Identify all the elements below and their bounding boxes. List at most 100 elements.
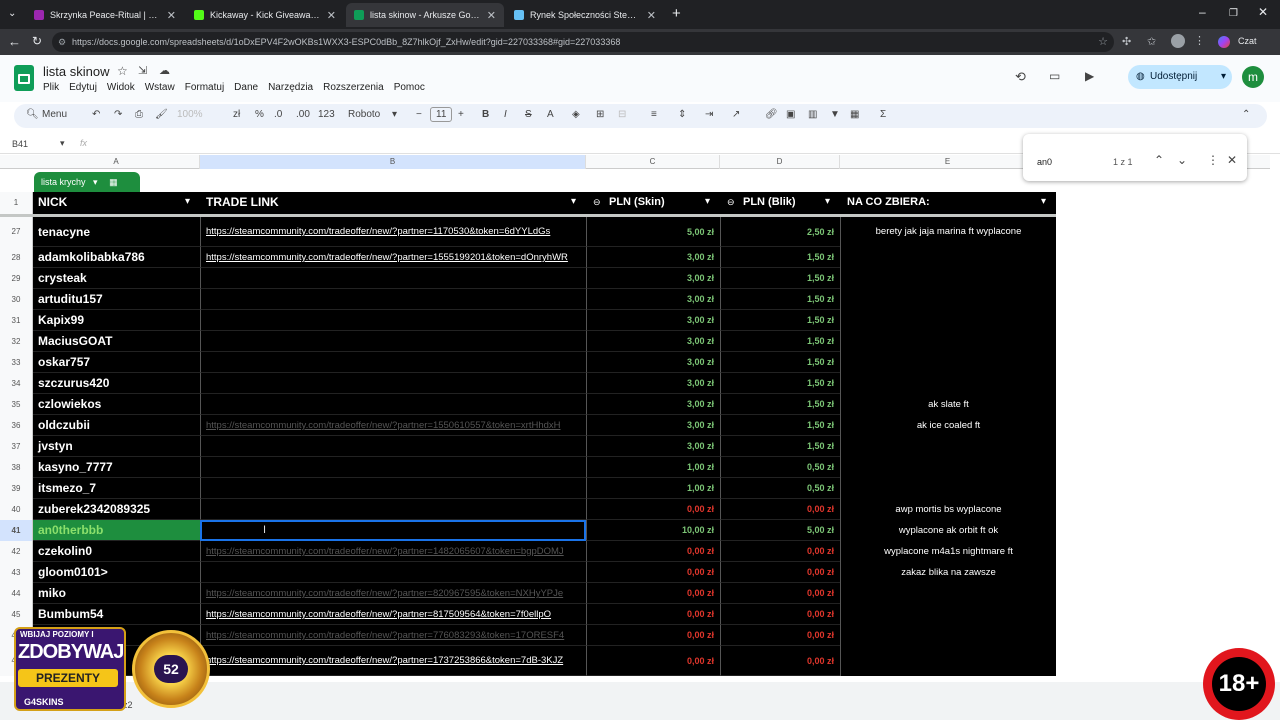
cell-trade-link[interactable]: [200, 352, 586, 373]
cell-note[interactable]: wyplacone m4a1s nightmare ft: [840, 541, 1056, 562]
chevron-down-icon[interactable]: ▾: [392, 109, 397, 120]
cell-trade-link[interactable]: [200, 373, 586, 394]
cell-pln-skin[interactable]: 0,00 zł: [586, 625, 720, 646]
chevron-down-icon[interactable]: ▾: [1221, 65, 1226, 89]
cell-pln-blik[interactable]: 0,00 zł: [720, 562, 840, 583]
cell-pln-skin[interactable]: 0,00 zł: [586, 562, 720, 583]
cell-pln-skin[interactable]: 10,00 zł: [586, 520, 720, 541]
cell-pln-skin[interactable]: 0,00 zł: [586, 583, 720, 604]
cell-trade-link[interactable]: [200, 289, 586, 310]
cell-pln-skin[interactable]: 0,00 zł: [586, 604, 720, 625]
cell-pln-blik[interactable]: 1,50 zł: [720, 331, 840, 352]
cell-note[interactable]: [840, 352, 1056, 373]
italic-button[interactable]: I: [504, 109, 507, 120]
row-number[interactable]: 33: [0, 352, 33, 373]
meet-icon[interactable]: ▶: [1085, 69, 1094, 83]
cell-nick[interactable]: Bumbum54: [33, 604, 200, 625]
more-menu-icon[interactable]: ⋮: [1194, 34, 1205, 47]
cell-note[interactable]: [840, 604, 1056, 625]
cell-pln-skin[interactable]: 0,00 zł: [586, 541, 720, 562]
share-button[interactable]: ◍ Udostępnij ▾: [1128, 65, 1232, 89]
row-number[interactable]: 39: [0, 478, 33, 499]
cell-trade-link[interactable]: https://steamcommunity.com/tradeoffer/ne…: [200, 646, 586, 676]
cell-pln-skin[interactable]: 1,00 zł: [586, 457, 720, 478]
cell-pln-skin[interactable]: 3,00 zł: [586, 394, 720, 415]
column-menu-icon[interactable]: ▾: [1041, 196, 1046, 207]
cell-note[interactable]: [840, 331, 1056, 352]
sheets-logo-icon[interactable]: [14, 65, 34, 91]
print-icon[interactable]: ⎙: [135, 109, 143, 120]
cell-trade-link[interactable]: https://steamcommunity.com/tradeoffer/ne…: [200, 247, 586, 268]
cell-pln-blik[interactable]: 0,00 zł: [720, 583, 840, 604]
borders-icon[interactable]: ⊞: [596, 109, 604, 120]
text-rotation-icon[interactable]: ↗: [732, 109, 740, 120]
cell-trade-link[interactable]: https://steamcommunity.com/tradeoffer/ne…: [200, 625, 586, 646]
cell-nick[interactable]: itsmezo_7: [33, 478, 200, 499]
cell-nick[interactable]: tenacyne: [33, 217, 200, 247]
filter-views-icon[interactable]: ▦: [850, 109, 859, 120]
chevron-down-icon[interactable]: ▾: [93, 177, 98, 187]
document-title[interactable]: lista skinow: [43, 64, 109, 79]
star-icon[interactable]: ☆: [117, 64, 128, 78]
cell-nick[interactable]: gloom0101>: [33, 562, 200, 583]
functions-button[interactable]: Σ: [880, 109, 886, 120]
cell-note[interactable]: [840, 436, 1056, 457]
collapse-toolbar-icon[interactable]: ⌃: [1242, 109, 1250, 120]
url-field[interactable]: ⚙ https://docs.google.com/spreadsheets/d…: [52, 32, 1114, 52]
increase-decimal-button[interactable]: .00: [296, 109, 310, 120]
cell-trade-link[interactable]: https://steamcommunity.com/tradeoffer/ne…: [200, 541, 586, 562]
menu-edytuj[interactable]: Edytuj: [69, 82, 97, 93]
chevron-down-icon[interactable]: ▾: [60, 138, 65, 149]
cell-pln-blik[interactable]: 0,50 zł: [720, 478, 840, 499]
row-number[interactable]: 40: [0, 499, 33, 520]
reload-icon[interactable]: ↻: [32, 34, 42, 48]
cell-trade-link[interactable]: [200, 310, 586, 331]
cell-nick[interactable]: czekolin0: [33, 541, 200, 562]
cell-pln-blik[interactable]: 2,50 zł: [720, 217, 840, 247]
row-number[interactable]: 30: [0, 289, 33, 310]
paint-format-icon[interactable]: 🖌︎: [155, 109, 168, 120]
cell-nick[interactable]: szczurus420: [33, 373, 200, 394]
new-tab-icon[interactable]: +: [672, 5, 681, 22]
cell-note[interactable]: wyplacone ak orbit ft ok: [840, 520, 1056, 541]
close-window-icon[interactable]: ✕: [1258, 5, 1268, 19]
cell-note[interactable]: berety jak jaja marina ft wyplacone: [840, 217, 1056, 247]
cell-trade-link[interactable]: https://steamcommunity.com/tradeoffer/ne…: [200, 583, 586, 604]
cell-note[interactable]: ak slate ft: [840, 394, 1056, 415]
fill-color-icon[interactable]: ◈: [572, 109, 580, 120]
cell-trade-link[interactable]: [200, 457, 586, 478]
filter-icon[interactable]: ▼: [830, 109, 840, 120]
cell-note[interactable]: [840, 247, 1056, 268]
cell-pln-skin[interactable]: 3,00 zł: [586, 436, 720, 457]
decrease-font-icon[interactable]: −: [416, 109, 422, 120]
row-number[interactable]: 36: [0, 415, 33, 436]
zoom-select[interactable]: 100%: [177, 109, 203, 120]
cell-trade-link[interactable]: https://steamcommunity.com/tradeoffer/ne…: [200, 415, 586, 436]
row-number[interactable]: 27: [0, 217, 33, 247]
cell-nick[interactable]: zuberek2342089325: [33, 499, 200, 520]
row-number[interactable]: 41: [0, 520, 33, 541]
cell-pln-skin[interactable]: 3,00 zł: [586, 373, 720, 394]
cell-nick[interactable]: Kapix99: [33, 310, 200, 331]
close-tab-icon[interactable]: ✕: [487, 9, 496, 22]
menu-plik[interactable]: Plik: [43, 82, 59, 93]
cell-nick[interactable]: crysteak: [33, 268, 200, 289]
favorites-icon[interactable]: ✩: [1147, 35, 1156, 48]
cell-pln-blik[interactable]: 1,50 zł: [720, 247, 840, 268]
column-menu-icon[interactable]: ▾: [185, 196, 190, 207]
cell-pln-skin[interactable]: 1,00 zł: [586, 478, 720, 499]
menu-pomoc[interactable]: Pomoc: [394, 82, 425, 93]
row-number[interactable]: 31: [0, 310, 33, 331]
column-header-b[interactable]: B: [200, 155, 586, 169]
percent-format-button[interactable]: %: [255, 109, 264, 120]
comment-icon[interactable]: ▣: [786, 109, 795, 120]
menu-search[interactable]: Menu: [42, 109, 67, 120]
font-select[interactable]: Roboto: [348, 109, 380, 120]
cell-nick[interactable]: an0therbbb: [33, 520, 200, 541]
cell-pln-blik[interactable]: 0,00 zł: [720, 625, 840, 646]
cell-trade-link[interactable]: [200, 478, 586, 499]
cell-nick[interactable]: artuditu157: [33, 289, 200, 310]
close-tab-icon[interactable]: ✕: [647, 9, 656, 22]
menu-widok[interactable]: Widok: [107, 82, 135, 93]
column-menu-icon[interactable]: ▾: [705, 196, 710, 207]
